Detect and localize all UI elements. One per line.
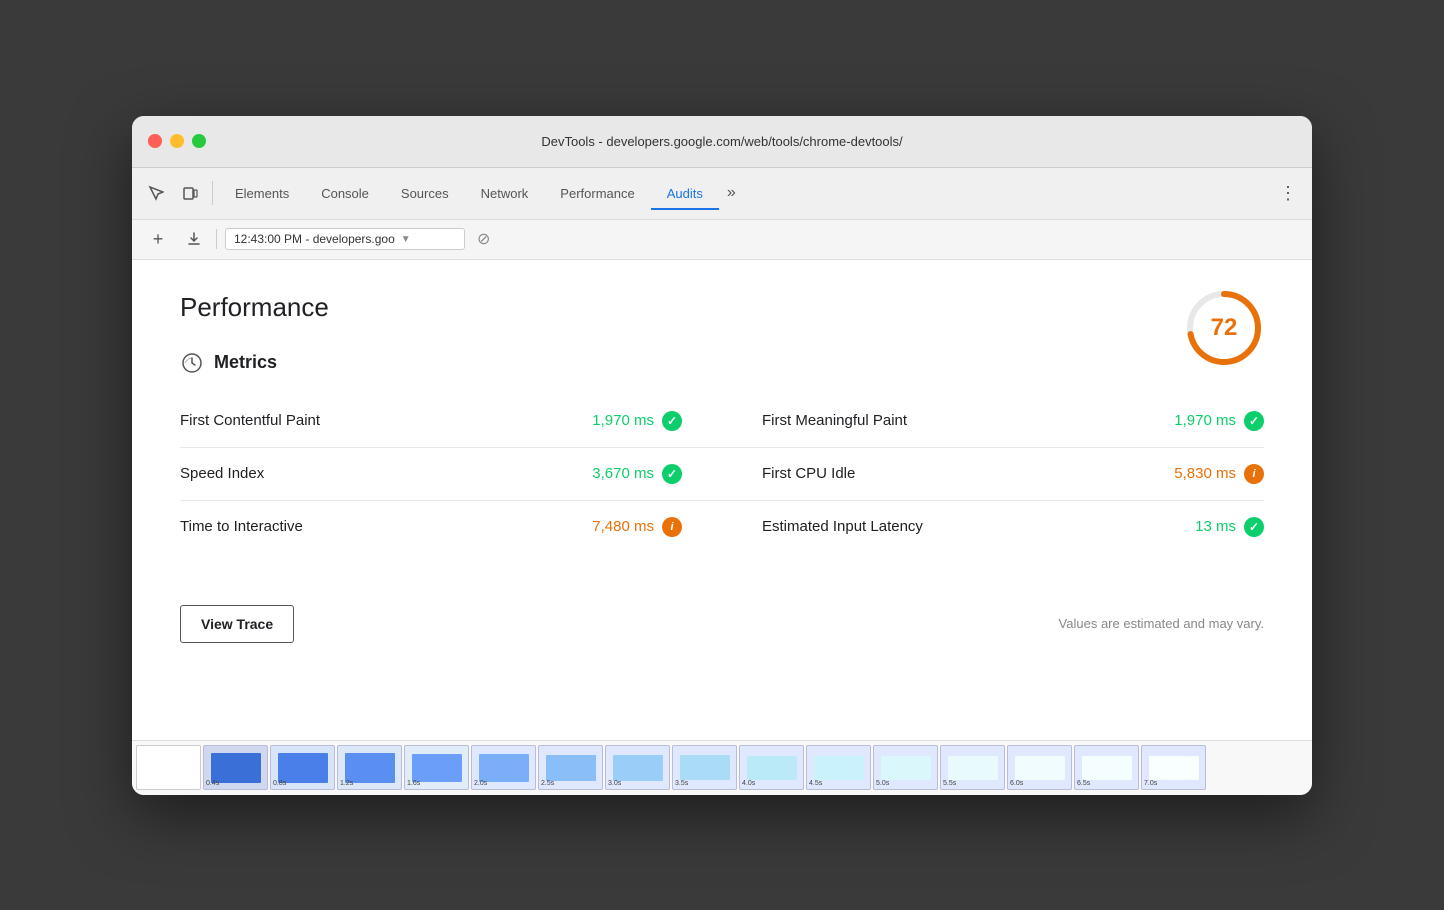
info-badge: i [662,517,682,537]
film-frame-empty [136,745,201,790]
metric-value: 7,480 ms [592,518,654,535]
window-controls [148,134,206,148]
tab-performance[interactable]: Performance [544,178,650,209]
film-frame-11[interactable]: 5.0s [873,745,938,790]
film-frame-8[interactable]: 3.5s [672,745,737,790]
film-frame-6[interactable]: 2.5s [538,745,603,790]
audit-session-dropdown[interactable]: 12:43:00 PM - developers.goo ▼ [225,228,465,250]
check-badge: ✓ [1244,411,1264,431]
page-title: Performance [180,292,1264,323]
metric-value: 5,830 ms [1174,465,1236,482]
tab-sources[interactable]: Sources [385,178,465,209]
dropdown-arrow-icon: ▼ [401,234,411,245]
film-frame-2[interactable]: 0.8s [270,745,335,790]
toolbar-separator [212,181,213,205]
maximize-button[interactable] [192,134,206,148]
secondary-separator [216,229,217,249]
film-frame-12[interactable]: 5.5s [940,745,1005,790]
session-label: 12:43:00 PM - developers.goo [234,232,395,246]
window-title: DevTools - developers.google.com/web/too… [541,134,902,149]
footer-row: View Trace Values are estimated and may … [180,581,1264,643]
tab-console[interactable]: Console [305,178,385,209]
more-tabs-button[interactable]: » [719,180,744,206]
estimated-note: Values are estimated and may vary. [1059,616,1264,631]
info-badge: i [1244,464,1264,484]
metric-label: First Meaningful Paint [762,412,907,429]
metric-value-wrap: 3,670 ms ✓ [592,464,682,484]
metric-first-cpu-idle: First CPU Idle 5,830 ms i [722,448,1264,501]
metric-estimated-input-latency: Estimated Input Latency 13 ms ✓ [722,501,1264,553]
metrics-header: Metrics [180,351,1264,375]
plus-icon: + [153,229,164,250]
view-trace-button[interactable]: View Trace [180,605,294,643]
metric-value-wrap: 7,480 ms i [592,517,682,537]
metrics-title: Metrics [214,352,277,373]
close-button[interactable] [148,134,162,148]
secondary-toolbar: + 12:43:00 PM - developers.goo ▼ ⊘ [132,220,1312,260]
check-badge: ✓ [1244,517,1264,537]
metric-speed-index: Speed Index 3,670 ms ✓ [180,448,722,501]
tab-elements[interactable]: Elements [219,178,305,209]
download-icon [186,231,202,247]
metric-label: First Contentful Paint [180,412,320,429]
metric-value: 13 ms [1195,518,1236,535]
film-frame-4[interactable]: 1.6s [404,745,469,790]
film-frame-15[interactable]: 7.0s [1141,745,1206,790]
film-frame-9[interactable]: 4.0s [739,745,804,790]
metric-first-contentful-paint: First Contentful Paint 1,970 ms ✓ [180,395,722,448]
metric-value: 3,670 ms [592,465,654,482]
metric-value: 1,970 ms [1174,412,1236,429]
score-value: 72 [1211,314,1238,342]
no-entry-icon: ⊘ [477,229,490,249]
title-bar: DevTools - developers.google.com/web/too… [132,116,1312,168]
film-frame-10[interactable]: 4.5s [806,745,871,790]
check-badge: ✓ [662,411,682,431]
metric-label: Estimated Input Latency [762,518,923,535]
metric-value-wrap: 13 ms ✓ [1195,517,1264,537]
metric-label: Speed Index [180,465,264,482]
metric-value-wrap: 1,970 ms ✓ [592,411,682,431]
metric-value-wrap: 1,970 ms ✓ [1174,411,1264,431]
metric-value-wrap: 5,830 ms i [1174,464,1264,484]
tabs-toolbar: Elements Console Sources Network Perform… [132,168,1312,220]
device-toolbar-button[interactable] [174,177,206,209]
metrics-grid: First Contentful Paint 1,970 ms ✓ First … [180,395,1264,553]
tab-audits[interactable]: Audits [651,178,719,209]
tab-network[interactable]: Network [465,178,545,209]
metric-time-to-interactive: Time to Interactive 7,480 ms i [180,501,722,553]
check-badge: ✓ [662,464,682,484]
more-options-button[interactable]: ⋮ [1272,177,1304,209]
film-frame-1[interactable]: 0.4s [203,745,268,790]
performance-score-circle: 72 [1184,288,1264,368]
filmstrip-bar: 0.4s 0.8s 1.2s 1.6s 2.0s 2.5s 3.0s 3.5s [132,740,1312,795]
devtools-window: DevTools - developers.google.com/web/too… [132,116,1312,795]
tabs-bar: Elements Console Sources Network Perform… [219,178,1270,209]
toolbar-right: ⋮ [1272,177,1304,209]
film-frame-3[interactable]: 1.2s [337,745,402,790]
minimize-button[interactable] [170,134,184,148]
main-content: Performance 72 Metrics Fir [132,260,1312,740]
metric-label: Time to Interactive [180,518,303,535]
inspect-element-button[interactable] [140,177,172,209]
add-audit-button[interactable]: + [144,225,172,253]
download-button[interactable] [180,225,208,253]
film-frame-14[interactable]: 6.5s [1074,745,1139,790]
film-frame-13[interactable]: 6.0s [1007,745,1072,790]
metric-first-meaningful-paint: First Meaningful Paint 1,970 ms ✓ [722,395,1264,448]
metric-value: 1,970 ms [592,412,654,429]
film-frame-5[interactable]: 2.0s [471,745,536,790]
metric-label: First CPU Idle [762,465,855,482]
film-frame-7[interactable]: 3.0s [605,745,670,790]
metrics-icon [180,351,204,375]
